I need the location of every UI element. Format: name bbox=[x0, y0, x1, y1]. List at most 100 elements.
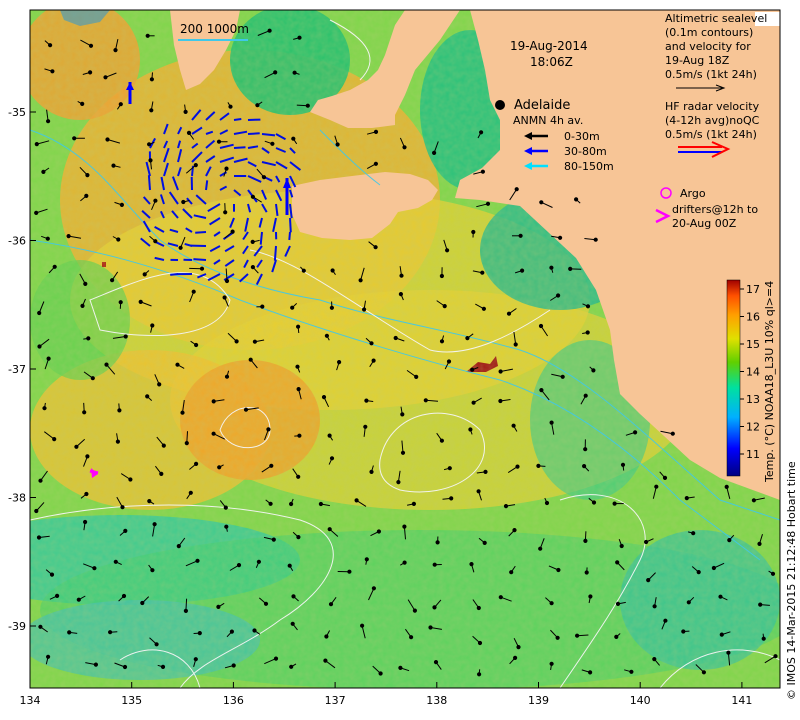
velocity-vector-head bbox=[568, 266, 573, 271]
velocity-vector-head bbox=[364, 398, 369, 403]
velocity-vector-head bbox=[442, 304, 447, 309]
velocity-vector-head bbox=[726, 650, 731, 655]
velocity-vector-head bbox=[423, 398, 428, 403]
velocity-vector-head bbox=[85, 454, 90, 459]
velocity-vector-head bbox=[267, 28, 272, 33]
anmn-legend-title: ANMN 4h av. bbox=[513, 114, 583, 127]
velocity-vector-head bbox=[585, 330, 590, 335]
velocity-vector-head bbox=[480, 270, 485, 275]
radar-vector bbox=[147, 175, 151, 191]
velocity-vector-head bbox=[41, 169, 46, 174]
radar-vector bbox=[259, 231, 263, 245]
velocity-vector-head bbox=[583, 447, 588, 452]
velocity-vector-head bbox=[556, 293, 561, 298]
velocity-vector-head bbox=[223, 210, 228, 215]
velocity-vector-head bbox=[400, 412, 405, 417]
velocity-vector-head bbox=[449, 496, 454, 501]
velocity-vector-head bbox=[176, 544, 181, 549]
velocity-vector-head bbox=[183, 109, 188, 115]
velocity-vector-head bbox=[34, 142, 39, 147]
velocity-vector-head bbox=[184, 441, 189, 446]
velocity-vector-head bbox=[80, 303, 85, 308]
velocity-vector-head bbox=[536, 463, 541, 468]
velocity-vector-head bbox=[483, 469, 488, 474]
velocity-vector-head bbox=[194, 461, 199, 466]
velocity-vector-head bbox=[585, 304, 591, 309]
velocity-vector-head bbox=[663, 618, 668, 623]
lat-tick-label: -39 bbox=[8, 620, 26, 633]
velocity-vector-head bbox=[80, 101, 85, 107]
velocity-vector-head bbox=[118, 300, 123, 305]
velocity-vector-head bbox=[696, 570, 701, 575]
velocity-vector-head bbox=[199, 266, 205, 271]
velocity-vector-head bbox=[273, 656, 279, 661]
velocity-vector-head bbox=[614, 634, 619, 640]
velocity-vector-head bbox=[318, 501, 323, 507]
velocity-vector-head bbox=[49, 572, 55, 577]
velocity-vector-head bbox=[147, 142, 152, 147]
velocity-vector-head bbox=[432, 605, 437, 610]
velocity-vector-head bbox=[67, 630, 72, 635]
lon-tick-label: 138 bbox=[426, 694, 447, 707]
velocity-vector-head bbox=[362, 307, 367, 312]
velocity-vector-head bbox=[539, 200, 544, 205]
velocity-vector-head bbox=[149, 108, 154, 113]
radar-vector bbox=[233, 118, 242, 121]
velocity-vector-head bbox=[36, 535, 42, 540]
velocity-vector-head bbox=[121, 593, 127, 599]
velocity-vector-head bbox=[252, 339, 257, 344]
scale-label: 200 1000m bbox=[180, 22, 249, 36]
velocity-vector-head bbox=[329, 456, 335, 461]
velocity-vector-head bbox=[83, 281, 88, 286]
colorbar-tick-label: 17 bbox=[746, 283, 760, 296]
velocity-vector-head bbox=[105, 137, 110, 142]
velocity-vector-head bbox=[147, 499, 152, 504]
velocity-vector-head bbox=[369, 469, 374, 474]
velocity-vector-head bbox=[433, 660, 439, 665]
velocity-vector-head bbox=[398, 665, 403, 671]
velocity-vector-head bbox=[686, 600, 691, 605]
velocity-vector-head bbox=[197, 631, 202, 636]
velocity-vector-head bbox=[371, 358, 376, 363]
velocity-vector-head bbox=[652, 604, 657, 609]
velocity-vector-head bbox=[295, 364, 300, 369]
velocity-vector-head bbox=[150, 323, 155, 328]
velocity-vector-head bbox=[271, 537, 276, 542]
velocity-vector-head bbox=[296, 324, 301, 329]
velocity-vector-head bbox=[34, 210, 39, 215]
velocity-vector-head bbox=[297, 433, 302, 438]
velocity-vector-head bbox=[103, 75, 108, 80]
velocity-vector-head bbox=[296, 535, 301, 540]
velocity-vector-head bbox=[104, 362, 109, 367]
radar-vector bbox=[288, 231, 291, 241]
velocity-vector-head bbox=[66, 234, 71, 239]
velocity-vector-head bbox=[378, 671, 383, 676]
colorbar-label: Temp. (°C) NOAA18_L3U 10% ql>=4 bbox=[763, 281, 776, 483]
velocity-vector-head bbox=[153, 239, 158, 244]
velocity-vector-head bbox=[128, 477, 133, 482]
velocity-vector-head bbox=[229, 629, 234, 634]
lat-tick-label: -36 bbox=[8, 235, 26, 248]
velocity-vector-head bbox=[538, 546, 543, 551]
velocity-vector-head bbox=[224, 374, 230, 379]
velocity-vector-head bbox=[328, 602, 334, 607]
velocity-vector-head bbox=[354, 498, 359, 503]
velocity-vector-head bbox=[724, 484, 729, 489]
velocity-vector-head bbox=[161, 443, 166, 448]
lat-tick-label: -35 bbox=[8, 106, 26, 119]
velocity-vector-head bbox=[513, 655, 518, 661]
anmn-label-80-150m: 80-150m bbox=[564, 160, 614, 173]
velocity-vector-head bbox=[446, 359, 452, 364]
velocity-vector-head bbox=[719, 632, 724, 637]
map-date: 19-Aug-2014 bbox=[510, 39, 588, 53]
argo-legend-label: Argo bbox=[680, 187, 706, 200]
velocity-vector-head bbox=[291, 136, 296, 141]
velocity-vector-head bbox=[111, 163, 116, 168]
velocity-vector-head bbox=[575, 633, 580, 638]
velocity-vector-head bbox=[701, 670, 707, 675]
colorbar-tick-label: 16 bbox=[746, 311, 760, 324]
velocity-vector-head bbox=[149, 77, 154, 82]
velocity-vector-head bbox=[84, 193, 89, 198]
velocity-vector-head bbox=[481, 306, 486, 311]
velocity-vector-head bbox=[327, 433, 332, 438]
